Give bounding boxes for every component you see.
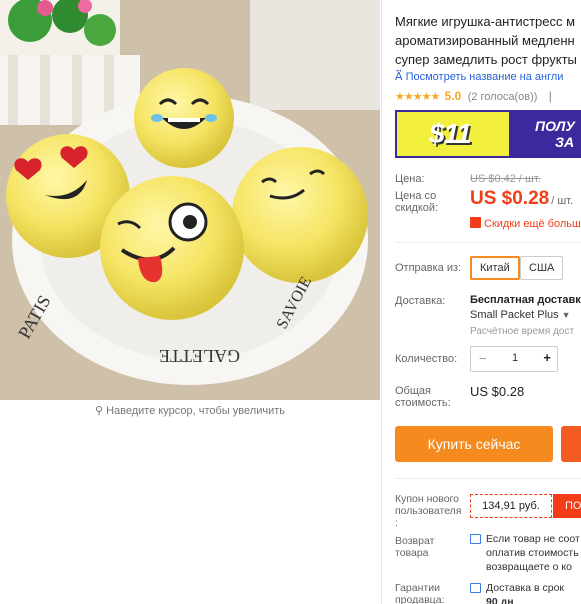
guarantee-label: Гарантии продавца: bbox=[395, 582, 445, 604]
guarantee-text: Доставка в срок 90 дн bbox=[486, 582, 565, 604]
total-label: Общая стоимость: bbox=[395, 385, 451, 409]
quantity-label: Количество: bbox=[395, 353, 458, 365]
promo-text: ПОЛУ ЗА bbox=[535, 118, 575, 150]
svg-text:GALETTE: GALETTE bbox=[159, 346, 240, 366]
total-price: US $0.28 bbox=[470, 384, 525, 399]
add-to-cart-button[interactable] bbox=[561, 426, 581, 462]
delivery-method-select[interactable]: Small Packet Plus ▼ bbox=[470, 309, 571, 321]
rating-votes-link[interactable]: (2 голоса(ов)) bbox=[468, 91, 538, 103]
chevron-down-icon: ▼ bbox=[561, 310, 571, 320]
product-info-panel: Мягкие игрушка-антистресс м ароматизиров… bbox=[395, 0, 581, 604]
ship-from-label: Отправка из: bbox=[395, 262, 462, 274]
ship-from-usa-button[interactable]: США bbox=[520, 256, 564, 280]
rating-trail: | bbox=[548, 89, 552, 103]
discount-price-label: Цена со скидкой: bbox=[395, 190, 439, 214]
coupon-amount: 134,91 руб. bbox=[470, 494, 552, 518]
discount-price: US $0.28/ шт. bbox=[470, 188, 574, 209]
rating-score: 5.0 bbox=[444, 89, 462, 103]
get-coupon-button[interactable]: ПО bbox=[553, 494, 581, 518]
ship-from-china-button[interactable]: Китай bbox=[470, 256, 520, 280]
section-divider bbox=[395, 478, 581, 479]
promo-price: $11 bbox=[429, 118, 472, 149]
coupon-label: Купон нового пользователя : bbox=[395, 493, 462, 529]
section-divider bbox=[395, 242, 581, 243]
column-divider bbox=[381, 0, 382, 604]
delivery-label: Доставка: bbox=[395, 295, 446, 307]
more-discounts-link[interactable]: Скидки ещё больш bbox=[470, 217, 581, 230]
product-title: Мягкие игрушка-антистресс м ароматизиров… bbox=[395, 14, 577, 67]
return-policy-icon bbox=[470, 534, 481, 544]
translate-icon: A⃡ bbox=[395, 71, 403, 83]
delivery-type: Бесплатная доставка bbox=[470, 294, 581, 306]
star-rating-icon: ★★★★★ bbox=[395, 91, 440, 103]
delivery-guarantee-icon bbox=[470, 583, 481, 593]
zoom-hint: ⚲ Наведите курсор, чтобы увеличить bbox=[95, 405, 285, 417]
buy-now-button[interactable]: Купить сейчас bbox=[395, 426, 553, 462]
old-price-label: Цена: bbox=[395, 173, 425, 185]
promo-banner[interactable]: $11 ПОЛУ ЗА bbox=[395, 110, 581, 158]
magnifier-icon: ⚲ bbox=[95, 405, 104, 417]
delivery-time: Расчётное время дост bbox=[470, 326, 575, 337]
translate-title-link[interactable]: A⃡ Посмотреть название на англи bbox=[395, 70, 563, 83]
rating-row[interactable]: ★★★★★ 5.0 (2 голоса(ов)) | bbox=[395, 89, 552, 103]
returns-label: Возврат товара bbox=[395, 535, 435, 559]
product-image[interactable]: PATIS SAVOIE GALETTE bbox=[0, 0, 380, 400]
smirk-emoji-ball bbox=[232, 147, 368, 283]
old-price: US $0.42 / шт. bbox=[470, 173, 541, 185]
increase-quantity-button[interactable]: + bbox=[543, 350, 551, 365]
gift-icon bbox=[470, 217, 481, 228]
return-policy-text: Если товар не соот оплатив стоимость воз… bbox=[486, 533, 580, 573]
quantity-stepper: − 1 + bbox=[470, 346, 558, 372]
